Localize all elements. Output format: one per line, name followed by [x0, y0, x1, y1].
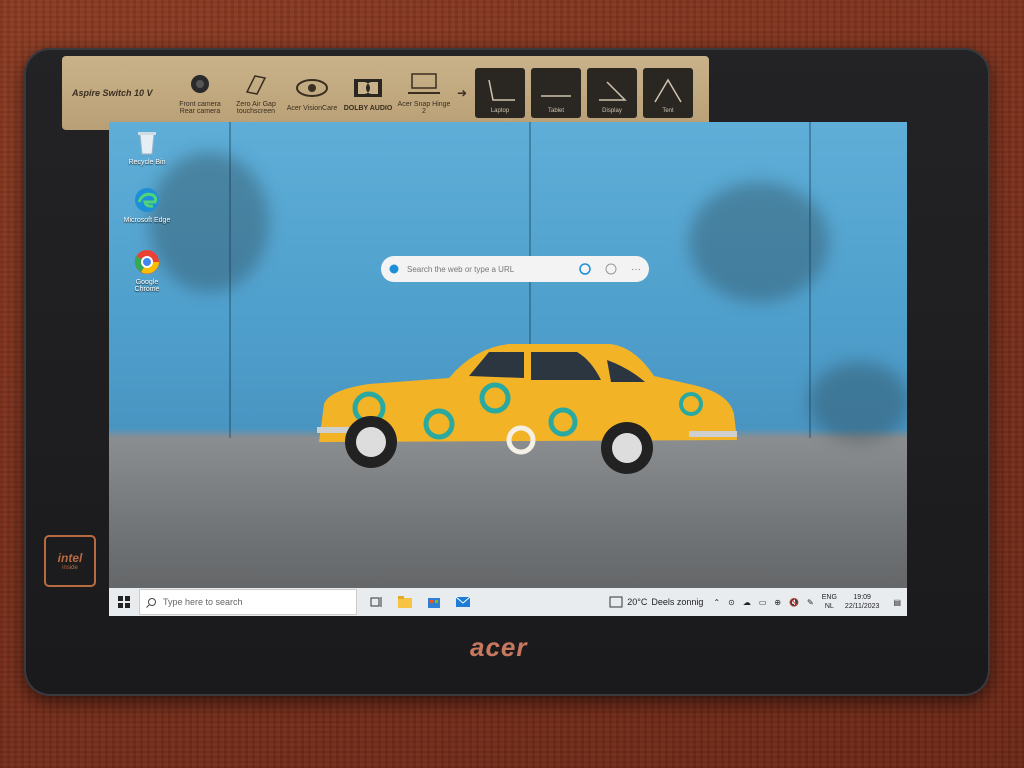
touchscreen-icon: [245, 75, 267, 95]
clock-time: 19:09: [853, 594, 871, 601]
language-indicator[interactable]: ENG NL: [822, 593, 837, 611]
system-tray: ⌃ ⊙ ☁ ▭ ⊕ 🔇 ✎ ENG NL 19:09 22/11/2023 ▤: [713, 593, 907, 611]
taskbar: Type here to search 20°C Deels zonnig ⌃ …: [109, 588, 907, 616]
mode-display: Display: [587, 68, 637, 118]
camera-icon: [191, 75, 209, 93]
spec-sticker: Aspire Switch 10 V Front camera Rear cam…: [62, 56, 709, 130]
wall-seam: [809, 122, 811, 438]
mode-tent: Tent: [643, 68, 693, 118]
acer-logo: acer: [470, 632, 528, 662]
clock-date: 22/11/2023: [844, 603, 880, 610]
start-button[interactable]: [109, 596, 139, 608]
weather-condition: Deels zonnig: [651, 597, 704, 607]
intel-inside-badge: intel inside: [44, 535, 96, 587]
task-view-icon[interactable]: [369, 595, 383, 609]
more-options-icon[interactable]: ···: [631, 264, 641, 275]
edge-search-input[interactable]: Search the web or type a URL: [407, 265, 579, 274]
sticker-feature-vision: Acer VisionCare: [284, 75, 340, 112]
windows-icon: [118, 596, 130, 608]
sticker-feature-hinge: Acer Snap Hinge 2: [396, 71, 452, 115]
edge-icon: [389, 264, 399, 274]
weather-widget[interactable]: 20°C Deels zonnig: [609, 596, 703, 608]
recycle-bin-icon: [138, 132, 156, 155]
feature-label: DOLBY AUDIO: [343, 104, 393, 112]
desktop-icon-label: Recycle Bin: [128, 159, 166, 166]
arrow-right-icon: ➜: [456, 86, 468, 100]
notification-center-icon[interactable]: ▤: [893, 598, 901, 607]
wall-stain: [809, 362, 907, 442]
display-mode-icon: [599, 81, 627, 101]
mode-label: Laptop: [490, 108, 510, 114]
search-icon: [146, 597, 156, 608]
mail-icon[interactable]: [455, 595, 471, 609]
weather-temp: 20°C: [627, 597, 648, 607]
mode-label: Display: [602, 108, 622, 114]
desktop-icon-recycle-bin[interactable]: Recycle Bin: [123, 128, 171, 166]
file-explorer-icon[interactable]: [397, 595, 413, 609]
mode-label: Tablet: [547, 108, 564, 114]
cloud-icon[interactable]: ☁: [743, 598, 751, 607]
pen-icon[interactable]: ✎: [807, 598, 814, 607]
laptop-mode-icon: [488, 79, 515, 101]
taskbar-search-placeholder: Type here to search: [163, 597, 243, 607]
weather-icon: [609, 596, 623, 608]
sticker-model: Aspire Switch 10 V: [72, 88, 153, 98]
taskbar-apps: [369, 595, 471, 609]
edge-search-widget[interactable]: Search the web or type a URL ···: [381, 256, 649, 282]
intel-logo: intel: [57, 551, 83, 565]
eye-icon: [296, 78, 328, 97]
wall-stain: [689, 182, 829, 302]
taskbar-search-box[interactable]: Type here to search: [139, 589, 357, 615]
desktop-icon-edge[interactable]: Microsoft Edge: [123, 186, 171, 224]
taskbar-clock[interactable]: 19:09 22/11/2023: [845, 593, 880, 611]
tablet-mode-icon: [541, 95, 571, 97]
battery-icon[interactable]: ▭: [759, 598, 767, 607]
edge-icon: [135, 188, 159, 212]
microsoft-store-icon[interactable]: [427, 595, 441, 609]
intel-subtext: inside: [62, 565, 78, 571]
bing-chat-icon[interactable]: [579, 263, 591, 275]
meet-now-icon[interactable]: ⊙: [728, 598, 735, 607]
wallpaper-car: [317, 344, 737, 474]
mode-laptop: Laptop: [475, 68, 525, 118]
feature-label: Front camera Rear camera: [179, 101, 221, 115]
chrome-icon: [134, 250, 159, 274]
feature-label: Zero Air Gap touchscreen: [236, 101, 276, 115]
desktop-icon-label: Microsoft Edge: [123, 217, 171, 224]
feature-label: Acer Snap Hinge 2: [397, 101, 451, 115]
sticker-feature-dolby: DOLBY AUDIO: [340, 75, 396, 112]
hinge-icon: [408, 73, 440, 94]
mode-label: Tent: [662, 108, 674, 114]
desktop-screen: Recycle Bin Microsoft Edge Google Chrome…: [109, 122, 907, 616]
wall-seam: [229, 122, 231, 438]
sticker-feature-camera: Front camera Rear camera: [172, 71, 228, 115]
network-icon[interactable]: ⊕: [774, 598, 781, 607]
chevron-up-icon[interactable]: ⌃: [713, 598, 720, 607]
tent-mode-icon: [654, 78, 682, 103]
keyboard-layout: NL: [824, 603, 834, 610]
feature-label: Acer VisionCare: [286, 104, 338, 112]
sticker-feature-touch: Zero Air Gap touchscreen: [228, 71, 284, 115]
volume-muted-icon[interactable]: 🔇: [789, 598, 799, 607]
help-icon[interactable]: [605, 263, 617, 275]
desktop-icon-label: Google Chrome: [134, 279, 160, 293]
lang-code: ENG: [821, 594, 837, 601]
desktop-icon-chrome[interactable]: Google Chrome: [123, 248, 171, 293]
dolby-icon: [354, 78, 382, 97]
mode-tablet: Tablet: [531, 68, 581, 118]
